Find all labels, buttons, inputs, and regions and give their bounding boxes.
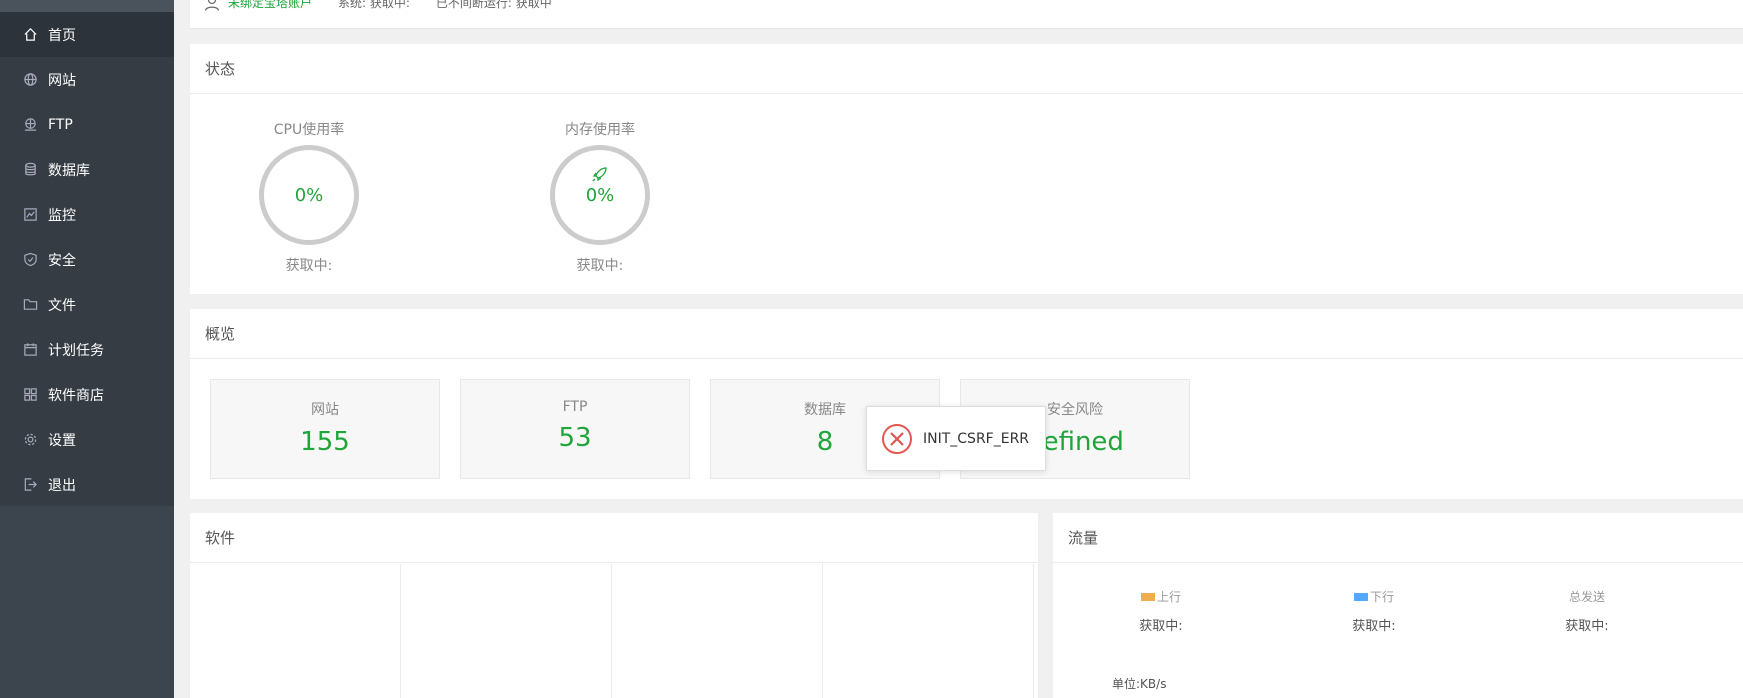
sidebar-item-ftp[interactable]: FTP xyxy=(0,102,174,147)
memory-sub: 获取中: xyxy=(576,258,624,274)
grid-icon xyxy=(22,387,38,403)
monitor-icon xyxy=(22,207,38,223)
rocket-icon[interactable] xyxy=(590,164,610,184)
sidebar-item-security[interactable]: 安全 xyxy=(0,237,174,282)
stat-card-ftp[interactable]: FTP 53 xyxy=(460,379,690,479)
total-sent-label: 总发送 xyxy=(1568,590,1605,604)
sidebar-item-cron[interactable]: 计划任务 xyxy=(0,327,174,372)
sidebar-top-strip xyxy=(0,0,174,12)
stat-label: 网站 xyxy=(311,402,339,418)
software-grid xyxy=(190,564,1038,698)
ftp-icon xyxy=(22,117,38,133)
bind-account-link[interactable]: 未绑定宝塔账户 xyxy=(204,0,312,11)
status-panel: 状态 CPU使用率 0% 获取中: 内存使用率 0% 获取中: xyxy=(190,44,1743,294)
calendar-icon xyxy=(22,342,38,358)
sidebar-item-monitor[interactable]: 监控 xyxy=(0,192,174,237)
sidebar-item-files[interactable]: 文件 xyxy=(0,282,174,327)
account-status: 未绑定宝塔账户 xyxy=(228,0,313,10)
sidebar-item-logout[interactable]: 退出 xyxy=(0,462,174,507)
software-slot[interactable] xyxy=(190,564,401,698)
download-swatch xyxy=(1353,592,1368,601)
database-icon xyxy=(22,162,38,178)
globe-icon xyxy=(22,72,38,88)
cpu-sub: 获取中: xyxy=(285,258,333,274)
sidebar-item-label: 软件商店 xyxy=(48,387,104,404)
home-icon xyxy=(22,27,38,43)
sidebar-item-label: FTP xyxy=(48,116,73,133)
cpu-value: 0% xyxy=(294,184,324,206)
cpu-gauge[interactable]: CPU使用率 0% 获取中: xyxy=(244,119,374,275)
upload-label: 上行 xyxy=(1156,590,1181,604)
gear-icon xyxy=(22,432,38,448)
software-slot[interactable] xyxy=(401,564,612,698)
cpu-ring: 0% xyxy=(259,145,359,245)
error-toast: INIT_CSRF_ERR xyxy=(866,406,1046,471)
sidebar-item-website[interactable]: 网站 xyxy=(0,57,174,102)
main-content: 未绑定宝塔账户 系统: 获取中: 已不间断运行: 获取中 状态 CPU使用率 0… xyxy=(174,0,1743,698)
sidebar-item-label: 退出 xyxy=(48,477,76,494)
software-title: 软件 xyxy=(190,513,1038,563)
memory-value: 0% xyxy=(585,184,615,206)
sidebar: 首页 网站 FTP 数据库 监控 安全 文件 计划任务 软件商店 设置 退出 xyxy=(0,0,174,698)
sidebar-item-label: 网站 xyxy=(48,72,76,89)
traffic-total-sent: 总发送 获取中: xyxy=(1537,588,1637,634)
top-info-bar: 未绑定宝塔账户 系统: 获取中: 已不间断运行: 获取中 xyxy=(190,0,1743,29)
sidebar-menu: 首页 网站 FTP 数据库 监控 安全 文件 计划任务 软件商店 设置 退出 xyxy=(0,0,174,506)
sidebar-item-settings[interactable]: 设置 xyxy=(0,417,174,462)
sidebar-item-store[interactable]: 软件商店 xyxy=(0,372,174,417)
upload-value: 获取中: xyxy=(1139,619,1183,634)
download-value: 获取中: xyxy=(1352,619,1396,634)
sidebar-item-label: 监控 xyxy=(48,207,76,224)
upload-swatch xyxy=(1140,592,1155,601)
sidebar-item-label: 文件 xyxy=(48,297,76,314)
traffic-download: 下行 获取中: xyxy=(1324,588,1424,634)
software-slot[interactable] xyxy=(612,564,823,698)
cpu-label: CPU使用率 xyxy=(273,122,345,138)
error-message: INIT_CSRF_ERR xyxy=(923,430,1030,447)
traffic-unit: 单位:KB/s xyxy=(1112,677,1167,691)
shield-icon xyxy=(22,252,38,268)
stat-value: 155 xyxy=(300,427,350,457)
sidebar-item-label: 首页 xyxy=(48,27,76,44)
sidebar-item-label: 设置 xyxy=(48,432,76,449)
download-label: 下行 xyxy=(1369,590,1394,604)
overview-title: 概览 xyxy=(190,309,1743,359)
sidebar-item-home[interactable]: 首页 xyxy=(0,12,174,57)
traffic-upload: 上行 获取中: xyxy=(1111,588,1211,634)
stat-card-website[interactable]: 网站 155 xyxy=(210,379,440,479)
system-info: 系统: 获取中: xyxy=(338,0,410,10)
folder-icon xyxy=(22,297,38,313)
sidebar-item-label: 计划任务 xyxy=(48,342,104,359)
error-icon xyxy=(882,423,912,454)
user-icon xyxy=(204,0,220,11)
software-slot[interactable] xyxy=(823,564,1034,698)
traffic-panel: 流量 上行 获取中: 下行 获取中: 总发送 获取中: 单位:KB/s xyxy=(1053,513,1743,698)
memory-label: 内存使用率 xyxy=(565,122,635,138)
sidebar-item-label: 数据库 xyxy=(48,162,90,179)
total-sent-value: 获取中: xyxy=(1565,619,1609,634)
logout-icon xyxy=(22,477,38,493)
traffic-title: 流量 xyxy=(1053,513,1743,563)
sidebar-item-database[interactable]: 数据库 xyxy=(0,147,174,192)
sidebar-item-label: 安全 xyxy=(48,252,76,269)
software-panel: 软件 xyxy=(190,513,1038,698)
status-title: 状态 xyxy=(190,44,1743,94)
uptime-info: 已不间断运行: 获取中 xyxy=(435,0,552,10)
stat-value: 53 xyxy=(558,423,592,453)
stat-label: FTP xyxy=(562,399,588,415)
memory-ring: 0% xyxy=(550,145,650,245)
memory-gauge[interactable]: 内存使用率 0% 获取中: xyxy=(535,119,665,275)
